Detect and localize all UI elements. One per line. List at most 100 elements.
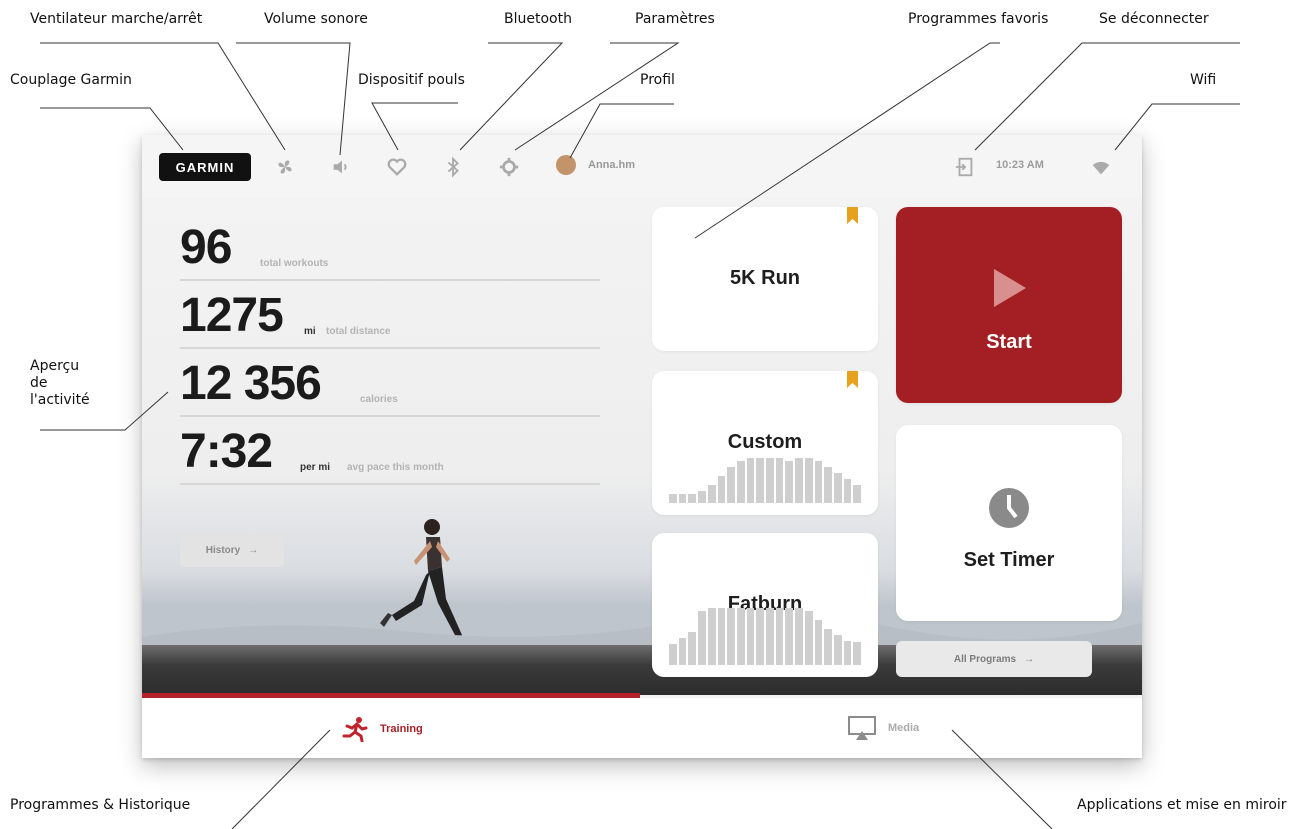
profile-bar bbox=[766, 458, 774, 503]
profile-bar bbox=[833, 635, 842, 665]
logout-button[interactable] bbox=[950, 152, 980, 182]
stat-label: total distance bbox=[326, 326, 391, 337]
arrow-right-icon: → bbox=[1024, 653, 1035, 665]
profile-bar bbox=[669, 494, 677, 503]
all-programs-button[interactable]: All Programs → bbox=[896, 641, 1092, 677]
profile-bar bbox=[804, 458, 813, 503]
stat-unit: per mi bbox=[300, 462, 331, 473]
volume-icon bbox=[333, 160, 347, 174]
gear-icon bbox=[499, 157, 519, 177]
avatar[interactable] bbox=[556, 155, 576, 175]
profile-bar bbox=[833, 473, 842, 503]
nav-training[interactable]: Training bbox=[342, 716, 423, 742]
profile-bar bbox=[843, 479, 852, 503]
callout-profile: Profil bbox=[640, 72, 675, 88]
callout-activity-overview: Aperçu de l'activité bbox=[30, 358, 90, 409]
profile-bar bbox=[814, 461, 823, 503]
callout-apps-mirroring: Applications et mise en miroir bbox=[1077, 797, 1287, 813]
fan-icon bbox=[278, 160, 292, 174]
fan-toggle-button[interactable] bbox=[270, 152, 300, 182]
profile-bar bbox=[843, 641, 852, 665]
airplay-icon bbox=[848, 716, 876, 740]
bluetooth-icon bbox=[447, 156, 459, 178]
profile-bar bbox=[727, 467, 735, 503]
callout-activity-line-1: Aperçu bbox=[30, 358, 80, 374]
callout-bluetooth: Bluetooth bbox=[504, 11, 572, 27]
stat-label: total workouts bbox=[260, 258, 329, 269]
callout-favorites: Programmes favoris bbox=[908, 11, 1049, 27]
stat-value: 96 bbox=[180, 221, 232, 274]
callout-volume: Volume sonore bbox=[264, 11, 368, 27]
stat-unit: mi bbox=[304, 326, 316, 337]
clock-icon bbox=[989, 488, 1029, 528]
wifi-icon bbox=[1092, 161, 1110, 175]
profile-bar bbox=[756, 458, 765, 503]
bottom-navigation: Training Media bbox=[142, 698, 1142, 758]
heart-rate-button[interactable] bbox=[382, 152, 412, 182]
profile-bar bbox=[746, 608, 755, 665]
set-timer-button[interactable]: Set Timer bbox=[896, 425, 1122, 621]
profile-bar bbox=[717, 476, 726, 503]
profile-bar bbox=[785, 461, 794, 503]
history-label: History bbox=[205, 544, 241, 556]
nav-media[interactable]: Media bbox=[848, 716, 919, 740]
program-title: 5K Run bbox=[730, 267, 800, 289]
device-screen: GARMIN Anna.hm 10:23 AM 96 total workout… bbox=[142, 135, 1142, 758]
profile-bar bbox=[736, 461, 745, 503]
callout-programs-history: Programmes & Historique bbox=[10, 797, 191, 813]
top-bar: GARMIN Anna.hm 10:23 AM bbox=[142, 135, 1142, 197]
profile-bar bbox=[698, 611, 706, 665]
callout-settings: Paramètres bbox=[635, 11, 715, 27]
program-card-custom[interactable]: Custom bbox=[652, 371, 878, 515]
wifi-button[interactable] bbox=[1086, 152, 1116, 182]
profile-bar bbox=[678, 494, 687, 503]
profile-bar bbox=[707, 485, 716, 503]
profile-bar bbox=[766, 608, 774, 665]
profile-bar bbox=[814, 620, 823, 665]
profile-bar bbox=[746, 458, 755, 503]
profile-bar bbox=[775, 608, 784, 665]
history-button[interactable]: History → bbox=[180, 533, 284, 567]
profile-bar bbox=[795, 608, 803, 665]
callout-garmin-pairing: Couplage Garmin bbox=[10, 72, 132, 88]
profile-bar bbox=[688, 632, 697, 665]
callout-logout: Se déconnecter bbox=[1099, 11, 1209, 27]
bookmark-icon bbox=[847, 371, 858, 388]
callout-wifi: Wifi bbox=[1190, 72, 1217, 88]
garmin-pairing-button[interactable]: GARMIN bbox=[159, 153, 251, 181]
stat-calories: 12 356 calories bbox=[180, 357, 600, 417]
program-card-5k-run[interactable]: 5K Run bbox=[652, 207, 878, 351]
settings-button[interactable] bbox=[494, 152, 524, 182]
callout-heart-rate: Dispositif pouls bbox=[358, 72, 465, 88]
volume-button[interactable] bbox=[326, 152, 356, 182]
profile-bar bbox=[717, 608, 726, 665]
bluetooth-button[interactable] bbox=[438, 152, 468, 182]
callout-activity-line-2: de bbox=[30, 375, 48, 391]
profile-bar bbox=[853, 485, 862, 503]
start-label: Start bbox=[986, 331, 1032, 353]
profile-name[interactable]: Anna.hm bbox=[588, 159, 635, 171]
logout-icon bbox=[955, 157, 973, 177]
profile-bar bbox=[795, 458, 803, 503]
stat-value: 12 356 bbox=[180, 357, 322, 410]
all-programs-label: All Programs bbox=[953, 653, 1017, 665]
stat-label: calories bbox=[360, 394, 398, 405]
start-button[interactable]: Start bbox=[896, 207, 1122, 403]
profile-bar bbox=[707, 608, 716, 665]
set-timer-label: Set Timer bbox=[963, 549, 1055, 571]
stat-total-distance: 1275 mi total distance bbox=[180, 289, 600, 349]
profile-bar bbox=[804, 611, 813, 665]
stat-label: avg pace this month bbox=[347, 462, 444, 473]
running-icon bbox=[342, 717, 368, 742]
nav-training-label: Training bbox=[380, 723, 423, 735]
profile-bar bbox=[678, 638, 687, 665]
profile-bar bbox=[698, 491, 706, 503]
stat-total-workouts: 96 total workouts bbox=[180, 221, 600, 281]
profile-bar bbox=[775, 458, 784, 503]
play-icon bbox=[994, 269, 1026, 307]
heart-icon bbox=[387, 158, 407, 176]
profile-bar bbox=[727, 608, 735, 665]
stat-value: 7:32 bbox=[180, 425, 273, 478]
program-card-fatburn[interactable]: Fatburn bbox=[652, 533, 878, 677]
profile-bar bbox=[824, 467, 832, 503]
